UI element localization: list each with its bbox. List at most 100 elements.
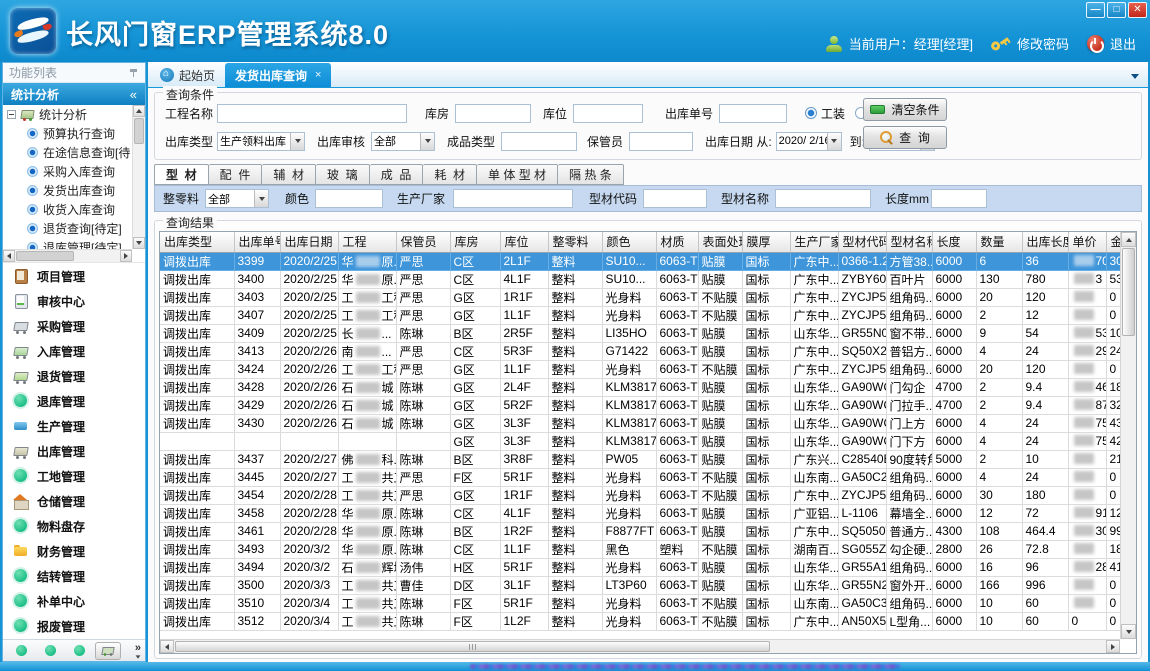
- column-header[interactable]: 出库单号: [234, 232, 280, 252]
- table-row[interactable]: 调拨出库34072020/2/25工工程严思G区1L1F整料光身料6063-T5…: [160, 306, 1133, 324]
- pin-icon[interactable]: [130, 68, 139, 78]
- material-tab[interactable]: 辅 材: [262, 164, 316, 185]
- column-header[interactable]: 型材名称: [886, 232, 932, 252]
- table-row[interactable]: 调拨出库34542020/2/28工共工程严思G区1R1F整料光身料6063-T…: [160, 486, 1133, 504]
- tab-shipping-outbound-query[interactable]: 发货出库查询 ×: [225, 63, 331, 87]
- part-select[interactable]: 全部: [205, 189, 269, 208]
- scroll-left-icon[interactable]: [3, 250, 15, 262]
- column-header[interactable]: 库房: [450, 232, 500, 252]
- column-header[interactable]: 出库类型: [160, 232, 234, 252]
- table-row[interactable]: 调拨出库35122020/3/4工共工程陈琳F区1L2F整料光身料6063-T5…: [160, 612, 1133, 630]
- table-row[interactable]: 调拨出库34132020/2/26南...严思C区5R3F整料G71422606…: [160, 342, 1133, 360]
- order-no-input[interactable]: [719, 104, 787, 123]
- sidebar-item-退货管理[interactable]: 退货管理: [13, 364, 145, 388]
- manufacturer-input[interactable]: [453, 189, 573, 208]
- tab-home[interactable]: 起始页: [150, 63, 225, 87]
- date-from-select[interactable]: 2020/ 2/16: [776, 132, 842, 151]
- radio-gongzhuang[interactable]: 工装: [805, 105, 845, 122]
- tree-vertical-scrollbar[interactable]: [132, 105, 145, 249]
- scroll-down-icon[interactable]: [133, 237, 145, 249]
- table-row[interactable]: 调拨出库34092020/2/25长...陈琳B区2R5F整料LI35HO606…: [160, 324, 1133, 342]
- profile-name-input[interactable]: [775, 189, 871, 208]
- table-row[interactable]: 调拨出库33992020/2/25华原...严思C区2L1F整料SU10...6…: [160, 252, 1133, 270]
- sidebar-item-退库管理[interactable]: 退库管理: [13, 389, 145, 413]
- column-header[interactable]: 工程: [338, 232, 396, 252]
- tree-item[interactable]: 预算执行查询: [3, 124, 145, 143]
- warehouse-input[interactable]: [455, 104, 531, 123]
- maximize-button[interactable]: □: [1107, 2, 1126, 18]
- scroll-right-icon[interactable]: [120, 250, 132, 262]
- column-header[interactable]: 出库日期: [280, 232, 338, 252]
- project-name-input[interactable]: [217, 104, 407, 123]
- scroll-thumb[interactable]: [134, 118, 144, 144]
- audit-select[interactable]: 全部: [371, 132, 435, 151]
- material-tab[interactable]: 单 体 型 材: [477, 164, 558, 185]
- table-row[interactable]: 调拨出库34372020/2/27佛科...陈琳B区3R8F整料PW056063…: [160, 450, 1133, 468]
- sidebar-item-补单中心[interactable]: 补单中心: [13, 589, 145, 613]
- column-header[interactable]: 材质: [656, 232, 698, 252]
- tree-item[interactable]: 在途信息查询[待: [3, 143, 145, 162]
- column-header[interactable]: 生产厂家: [790, 232, 838, 252]
- tree-item[interactable]: 收货入库查询: [3, 200, 145, 219]
- profile-code-input[interactable]: [643, 189, 707, 208]
- column-header[interactable]: 长度: [932, 232, 976, 252]
- column-header[interactable]: 整零料: [548, 232, 602, 252]
- table-row[interactable]: 调拨出库34302020/2/26石城陈琳G区3L3F整料KLM38176063…: [160, 414, 1133, 432]
- tab-close-icon[interactable]: ×: [315, 69, 321, 81]
- material-tab[interactable]: 配 件: [209, 164, 263, 185]
- table-row[interactable]: 调拨出库34582020/2/28华原...陈琳C区4L1F整料光身料6063-…: [160, 504, 1133, 522]
- column-header[interactable]: 型材代码: [838, 232, 886, 252]
- sidebar-item-出库管理[interactable]: 出库管理: [13, 439, 145, 463]
- tabbar-dropdown-icon[interactable]: [1131, 74, 1139, 79]
- sidebar-item-审核中心[interactable]: 审核中心: [13, 289, 145, 313]
- material-tab[interactable]: 耗 材: [423, 164, 477, 185]
- table-row[interactable]: 调拨出库34452020/2/27工共工程严思F区5R1F整料光身料6063-T…: [160, 468, 1133, 486]
- table-row[interactable]: 调拨出库34002020/2/25华原...严思C区4L1F整料SU10...6…: [160, 270, 1133, 288]
- scroll-thumb[interactable]: [1122, 248, 1135, 336]
- green-dot-icon[interactable]: [74, 645, 85, 656]
- tree-expander-icon[interactable]: [7, 110, 16, 119]
- product-type-input[interactable]: [501, 132, 577, 151]
- column-header[interactable]: 保管员: [396, 232, 450, 252]
- change-password-link[interactable]: 修改密码: [1017, 34, 1069, 53]
- table-row[interactable]: G区3L3F整料KLM38176063-T5贴膜国标山东华...GA90WO9.…: [160, 432, 1133, 450]
- tree-horizontal-scrollbar[interactable]: [3, 249, 132, 262]
- green-dot-icon[interactable]: [16, 645, 27, 656]
- scroll-down-icon[interactable]: [1121, 624, 1136, 639]
- table-row[interactable]: 调拨出库34292020/2/26石城陈琳G区5R2F整料KLM38176063…: [160, 396, 1133, 414]
- table-row[interactable]: 调拨出库35002020/3/3工共工程曹佳D区3L1F整料LT3P606063…: [160, 576, 1133, 594]
- sidebar-item-项目管理[interactable]: 项目管理: [13, 264, 145, 288]
- scroll-thumb[interactable]: [16, 251, 74, 261]
- sidebar-item-入库管理[interactable]: 入库管理: [13, 339, 145, 363]
- table-row[interactable]: 调拨出库34032020/2/25工工程严思G区1R1F整料光身料6063-T5…: [160, 288, 1133, 306]
- column-header[interactable]: 表面处理: [698, 232, 742, 252]
- sidebar-item-报废管理[interactable]: 报废管理: [13, 614, 145, 638]
- out-type-select[interactable]: 生产领料出库: [217, 132, 305, 151]
- material-tab[interactable]: 型 材: [154, 164, 209, 185]
- table-row[interactable]: 调拨出库34942020/3/2石辉城汤伟H区5R1F整料光身料6063-T5贴…: [160, 558, 1133, 576]
- location-input[interactable]: [573, 104, 643, 123]
- grid-vertical-scrollbar[interactable]: [1120, 232, 1136, 639]
- sidebar-item-采购管理[interactable]: 采购管理: [13, 314, 145, 338]
- sidebar-item-结转管理[interactable]: 结转管理: [13, 564, 145, 588]
- length-input[interactable]: [931, 189, 987, 208]
- grid-horizontal-scrollbar[interactable]: [160, 639, 1120, 653]
- color-input[interactable]: [315, 189, 383, 208]
- scroll-up-icon[interactable]: [133, 105, 145, 117]
- tree-item[interactable]: 采购入库查询: [3, 162, 145, 181]
- column-header[interactable]: 出库长度: [1022, 232, 1068, 252]
- scroll-right-icon[interactable]: [1106, 640, 1120, 653]
- collapse-icon[interactable]: «: [130, 87, 137, 102]
- material-tab[interactable]: 成 品: [370, 164, 424, 185]
- sidebar-group-header[interactable]: 统计分析 «: [3, 83, 145, 105]
- sidebar-item-工地管理[interactable]: 工地管理: [13, 464, 145, 488]
- column-header[interactable]: 颜色: [602, 232, 656, 252]
- scroll-thumb[interactable]: [175, 641, 770, 652]
- search-button[interactable]: 查 询: [863, 126, 947, 149]
- sidebar-item-物料盘存[interactable]: 物料盘存: [13, 514, 145, 538]
- scroll-up-icon[interactable]: [1121, 232, 1136, 247]
- table-row[interactable]: 调拨出库34612020/2/28华原...陈琳B区1R2F整料F8877FT6…: [160, 522, 1133, 540]
- clear-conditions-button[interactable]: 清空条件: [863, 98, 947, 121]
- sidebar-item-仓储管理[interactable]: 仓储管理: [13, 489, 145, 513]
- overflow-button[interactable]: »: [135, 643, 141, 659]
